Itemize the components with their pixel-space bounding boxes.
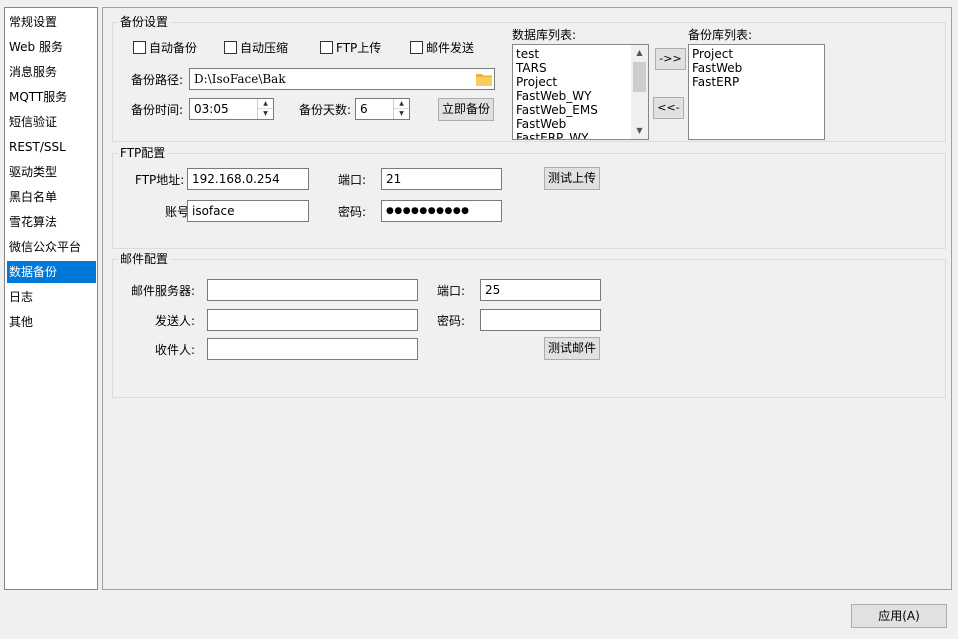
backup-path-value: D:\IsoFace\Bak — [194, 72, 286, 86]
db-list-scrollbar[interactable]: ▲ ▼ — [631, 45, 648, 139]
spinner-arrows[interactable]: ▲ ▼ — [393, 99, 409, 119]
backup-time-label: 备份时间: — [131, 103, 184, 117]
backup-days-value: 6 — [360, 102, 368, 116]
mail-sender-label: 发送人: — [155, 314, 196, 328]
nav-item-driver-type[interactable]: 驱动类型 — [7, 161, 96, 183]
add-to-backup-button[interactable]: ->> — [655, 48, 686, 70]
ftp-password-input[interactable]: ●●●●●●●●●● — [381, 200, 502, 222]
nav-item-other[interactable]: 其他 — [7, 311, 96, 333]
backup-time-value: 03:05 — [194, 102, 229, 116]
ftp-config-title: FTP配置 — [118, 146, 168, 160]
mail-config-title: 邮件配置 — [118, 252, 171, 266]
backup-days-label: 备份天数: — [299, 103, 352, 117]
ftp-upload-label: FTP上传 — [336, 41, 382, 55]
nav-item-web-service[interactable]: Web 服务 — [7, 36, 96, 58]
checkbox-box[interactable] — [133, 41, 146, 54]
scroll-down-icon[interactable]: ▼ — [631, 123, 648, 139]
spin-down-icon[interactable]: ▼ — [258, 109, 273, 119]
nav-item-black-white-list[interactable]: 黑白名单 — [7, 186, 96, 208]
list-item[interactable]: Project — [516, 75, 557, 89]
backup-path-input[interactable]: D:\IsoFace\Bak — [189, 68, 495, 90]
mail-port-label: 端口: — [437, 284, 466, 298]
nav-item-snowflake[interactable]: 雪花算法 — [7, 211, 96, 233]
ftp-address-input[interactable]: 192.168.0.254 — [187, 168, 309, 190]
scroll-up-icon[interactable]: ▲ — [631, 45, 648, 61]
folder-icon[interactable] — [476, 72, 492, 86]
spin-up-icon[interactable]: ▲ — [258, 99, 273, 109]
list-item[interactable]: Project — [692, 47, 733, 61]
test-upload-button[interactable]: 测试上传 — [544, 167, 600, 190]
ftp-upload-checkbox[interactable]: FTP上传 — [320, 40, 381, 56]
mail-port-input[interactable]: 25 — [480, 279, 601, 301]
mail-recipient-input[interactable] — [207, 338, 418, 360]
auto-compress-label: 自动压缩 — [240, 41, 289, 55]
backup-time-spinner[interactable]: 03:05 ▲ ▼ — [189, 98, 274, 120]
mail-send-label: 邮件发送 — [426, 41, 475, 55]
list-item[interactable]: FastWeb — [692, 61, 742, 75]
ftp-port-input[interactable]: 21 — [381, 168, 502, 190]
list-item[interactable]: FastWeb_EMS — [516, 103, 598, 117]
backup-list-label: 备份库列表: — [688, 28, 753, 42]
nav-item-mqtt-service[interactable]: MQTT服务 — [7, 86, 96, 108]
backup-days-spinner[interactable]: 6 ▲ ▼ — [355, 98, 410, 120]
settings-nav-list[interactable]: 常规设置 Web 服务 消息服务 MQTT服务 短信验证 REST/SSL 驱动… — [4, 7, 98, 590]
db-list-label: 数据库列表: — [512, 28, 577, 42]
mail-sender-input[interactable] — [207, 309, 418, 331]
mail-send-checkbox[interactable]: 邮件发送 — [410, 40, 474, 56]
spin-up-icon[interactable]: ▲ — [394, 99, 409, 109]
list-item[interactable]: test — [516, 47, 539, 61]
test-mail-button[interactable]: 测试邮件 — [544, 337, 600, 360]
db-listbox[interactable]: test TARS Project FastWeb_WY FastWeb_EMS… — [512, 44, 649, 140]
apply-button[interactable]: 应用(A) — [851, 604, 947, 628]
remove-from-backup-button[interactable]: <<- — [653, 97, 684, 119]
mail-server-input[interactable] — [207, 279, 418, 301]
backup-db-listbox[interactable]: Project FastWeb FastERP — [688, 44, 825, 140]
ftp-password-label: 密码: — [338, 205, 367, 219]
nav-item-rest-ssl[interactable]: REST/SSL — [7, 136, 96, 158]
list-item[interactable]: FastERP_WY — [516, 131, 588, 139]
checkbox-box[interactable] — [224, 41, 237, 54]
ftp-address-label: FTP地址: — [135, 173, 185, 187]
nav-item-wechat[interactable]: 微信公众平台 — [7, 236, 96, 258]
nav-item-sms-verify[interactable]: 短信验证 — [7, 111, 96, 133]
backup-settings-title: 备份设置 — [118, 15, 171, 29]
mail-server-label: 邮件服务器: — [131, 284, 196, 298]
spinner-arrows[interactable]: ▲ ▼ — [257, 99, 273, 119]
list-item[interactable]: FastWeb — [516, 117, 566, 131]
mail-password-label: 密码: — [437, 314, 466, 328]
mail-password-input[interactable] — [480, 309, 601, 331]
list-item[interactable]: FastWeb_WY — [516, 89, 591, 103]
nav-item-log[interactable]: 日志 — [7, 286, 96, 308]
spin-down-icon[interactable]: ▼ — [394, 109, 409, 119]
auto-backup-label: 自动备份 — [149, 41, 198, 55]
nav-item-general[interactable]: 常规设置 — [7, 11, 96, 33]
auto-backup-checkbox[interactable]: 自动备份 — [133, 40, 197, 56]
nav-item-data-backup[interactable]: 数据备份 — [7, 261, 96, 283]
ftp-port-label: 端口: — [338, 173, 367, 187]
backup-path-label: 备份路径: — [131, 73, 184, 87]
checkbox-box[interactable] — [410, 41, 423, 54]
list-item[interactable]: FastERP — [692, 75, 739, 89]
nav-item-message-service[interactable]: 消息服务 — [7, 61, 96, 83]
backup-now-button[interactable]: 立即备份 — [438, 98, 494, 121]
scroll-thumb[interactable] — [633, 62, 646, 92]
ftp-account-input[interactable]: isoface — [187, 200, 309, 222]
mail-recipient-label: 收件人: — [155, 343, 196, 357]
checkbox-box[interactable] — [320, 41, 333, 54]
auto-compress-checkbox[interactable]: 自动压缩 — [224, 40, 288, 56]
list-item[interactable]: TARS — [516, 61, 547, 75]
